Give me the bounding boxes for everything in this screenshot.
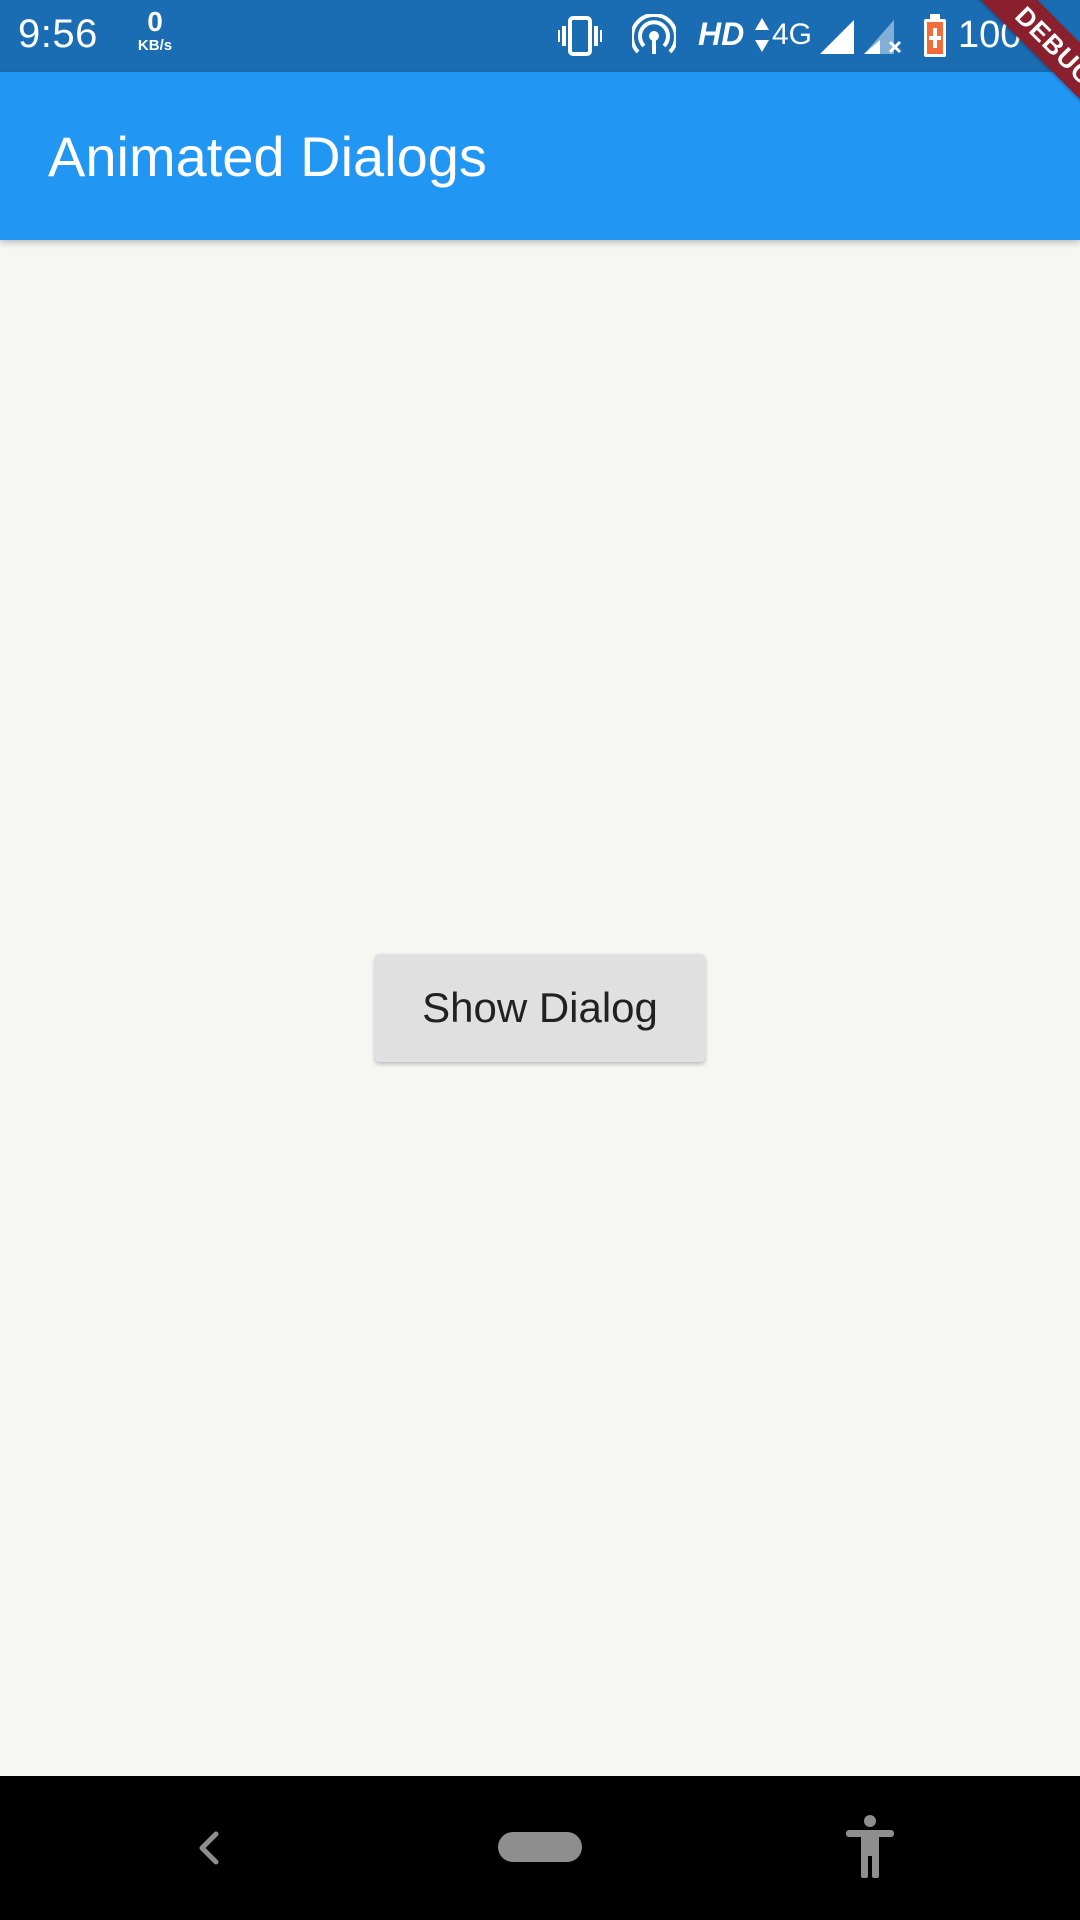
hotspot-icon [632,14,676,54]
navigation-bar [0,1776,1080,1920]
accessibility-icon[interactable] [844,1814,896,1878]
back-icon[interactable] [190,1826,230,1870]
app-bar: Animated Dialogs [0,72,1080,240]
show-dialog-button[interactable]: Show Dialog [375,954,705,1062]
network-type-label: 4G [772,18,813,51]
data-arrows-icon [755,18,769,52]
net-speed-value: 0 [147,6,163,37]
net-speed-unit: KB/s [137,37,173,54]
main-content: Show Dialog [0,240,1080,1776]
battery-charging-icon [924,14,946,57]
signal-icon [820,20,854,54]
screen: 9:56 0 KB/s HD 4G 100% DEBUG Animated Di… [0,0,1080,1920]
net-speed-indicator: 0 KB/s [130,6,180,54]
app-title: Animated Dialogs [48,125,487,188]
status-time: 9:56 [18,12,98,56]
home-pill-icon[interactable] [498,1832,582,1862]
status-bar: 9:56 0 KB/s HD 4G 100% [0,0,1080,72]
hd-label: HD [698,16,745,52]
vibrate-icon [558,16,602,56]
signal-no-service-icon [864,20,902,54]
